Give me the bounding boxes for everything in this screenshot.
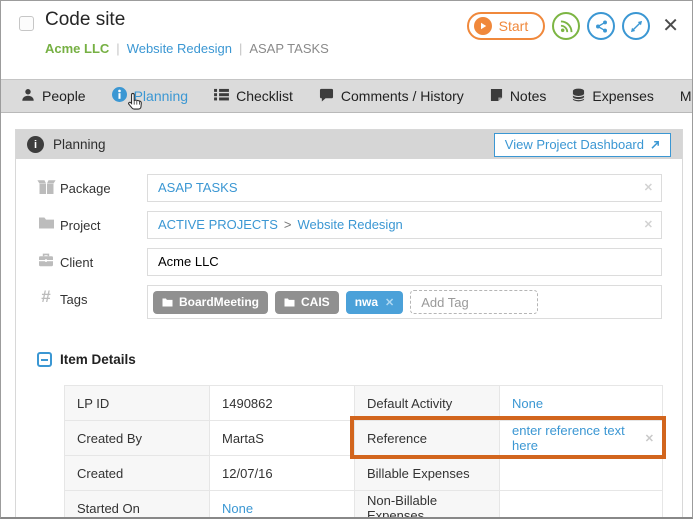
billable-expenses-label: Billable Expenses (355, 456, 500, 491)
client-value: Acme LLC (158, 254, 219, 269)
clear-project-icon[interactable]: ✕ (644, 212, 653, 238)
task-done-checkbox[interactable] (19, 16, 34, 31)
share-icon[interactable] (587, 12, 615, 40)
tab-label: Notes (510, 88, 547, 104)
expand-icon[interactable] (622, 12, 650, 40)
breadcrumb-separator: | (116, 41, 119, 56)
tab-people[interactable]: People (21, 88, 86, 105)
client-field-label: Client (60, 255, 93, 270)
dashboard-button-label: View Project Dashboard (505, 137, 644, 152)
checklist-icon (214, 88, 229, 104)
header-actions: Start ✕ (467, 12, 679, 40)
project-field-label: Project (60, 218, 100, 233)
tab-planning[interactable]: Planning (112, 87, 189, 105)
tag-label: BoardMeeting (179, 295, 259, 309)
non-billable-expenses-value (500, 491, 663, 519)
package-input[interactable]: ASAP TASKS ✕ (147, 174, 662, 202)
planning-panel: i Planning View Project Dashboard Packag… (15, 129, 683, 519)
breadcrumb-project-link[interactable]: Website Redesign (127, 41, 232, 56)
tag-item[interactable]: BoardMeeting (153, 291, 268, 314)
tag-label: CAIS (301, 295, 330, 309)
hash-icon: # (36, 287, 56, 307)
note-icon (490, 88, 503, 105)
clear-package-icon[interactable]: ✕ (644, 175, 653, 201)
briefcase-icon (36, 252, 56, 272)
started-on-label: Started On (65, 491, 210, 519)
page-title: Code site (45, 9, 125, 31)
task-detail-dialog: Code site Acme LLC | Website Redesign | ASAP… (0, 0, 693, 519)
start-button[interactable]: Start (467, 12, 546, 40)
tab-label: Expenses (592, 88, 653, 104)
started-on-value[interactable]: None (210, 491, 355, 519)
lp-id-label: LP ID (65, 386, 210, 421)
folder-icon (36, 216, 56, 234)
folder-icon (284, 298, 295, 307)
track-time-icon[interactable] (552, 12, 580, 40)
tab-more[interactable]: More ▼ (680, 88, 693, 104)
info-icon (112, 87, 127, 105)
reference-label: Reference (355, 421, 500, 456)
created-by-label: Created By (65, 421, 210, 456)
tab-label: Comments / History (341, 88, 464, 104)
start-button-label: Start (499, 18, 529, 34)
tab-comments-history[interactable]: Comments / History (319, 88, 464, 105)
breadcrumb: Acme LLC | Website Redesign | ASAP TASKS (45, 41, 329, 56)
tab-label: More ▼ (680, 88, 693, 104)
collapse-section-icon[interactable] (37, 352, 52, 367)
person-icon (21, 88, 35, 105)
created-value: 12/07/16 (210, 456, 355, 491)
created-by-value: MartaS (210, 421, 355, 456)
tab-expenses[interactable]: Expenses (572, 88, 653, 105)
tab-checklist[interactable]: Checklist (214, 88, 293, 104)
breadcrumb-separator: | (239, 41, 242, 56)
close-icon[interactable]: ✕ (662, 16, 679, 36)
default-activity-value[interactable]: None (500, 386, 663, 421)
tag-item[interactable]: nwa ✕ (346, 291, 404, 314)
tab-label: People (42, 88, 86, 104)
tab-bar: People Planning Checklist Comments / His… (1, 79, 692, 113)
tags-container[interactable]: BoardMeeting CAIS nwa ✕ Add Tag (147, 285, 662, 319)
project-parent-link[interactable]: ACTIVE PROJECTS (158, 217, 278, 232)
billable-expenses-value (500, 456, 663, 491)
non-billable-expenses-label: Non-Billable Expenses (355, 491, 500, 519)
info-icon: i (27, 136, 44, 153)
lp-id-value: 1490862 (210, 386, 355, 421)
remove-tag-icon[interactable]: ✕ (385, 296, 394, 309)
database-icon (572, 88, 585, 105)
created-label: Created (65, 456, 210, 491)
play-icon (474, 17, 492, 35)
tab-notes[interactable]: Notes (490, 88, 547, 105)
view-project-dashboard-button[interactable]: View Project Dashboard (494, 133, 671, 157)
item-details-table: LP ID 1490862 Default Activity None Crea… (64, 385, 663, 519)
item-details-title: Item Details (60, 352, 136, 367)
reference-value[interactable]: enter reference text here ✕ (500, 421, 663, 456)
package-field-label: Package (60, 181, 111, 196)
panel-header: i Planning View Project Dashboard (16, 130, 682, 159)
project-child-link[interactable]: Website Redesign (298, 217, 403, 232)
external-link-icon (650, 140, 660, 150)
speech-bubble-icon (319, 88, 334, 105)
breadcrumb-client-link[interactable]: Acme LLC (45, 41, 109, 56)
client-input[interactable]: Acme LLC (147, 248, 662, 276)
tags-field-label: Tags (60, 292, 87, 307)
default-activity-label: Default Activity (355, 386, 500, 421)
project-input[interactable]: ACTIVE PROJECTS > Website Redesign ✕ (147, 211, 662, 239)
tag-label: nwa (355, 295, 378, 309)
breadcrumb-package[interactable]: ASAP TASKS (249, 41, 329, 56)
package-icon (36, 178, 56, 200)
add-tag-input[interactable]: Add Tag (410, 290, 538, 314)
panel-title: Planning (53, 137, 106, 152)
package-value[interactable]: ASAP TASKS (158, 180, 238, 195)
reference-placeholder[interactable]: enter reference text here (512, 423, 650, 453)
tag-item[interactable]: CAIS (275, 291, 339, 314)
tab-label: Planning (134, 88, 189, 104)
folder-icon (162, 298, 173, 307)
path-separator: > (284, 217, 292, 232)
clear-reference-icon[interactable]: ✕ (645, 432, 654, 445)
tab-label: Checklist (236, 88, 293, 104)
